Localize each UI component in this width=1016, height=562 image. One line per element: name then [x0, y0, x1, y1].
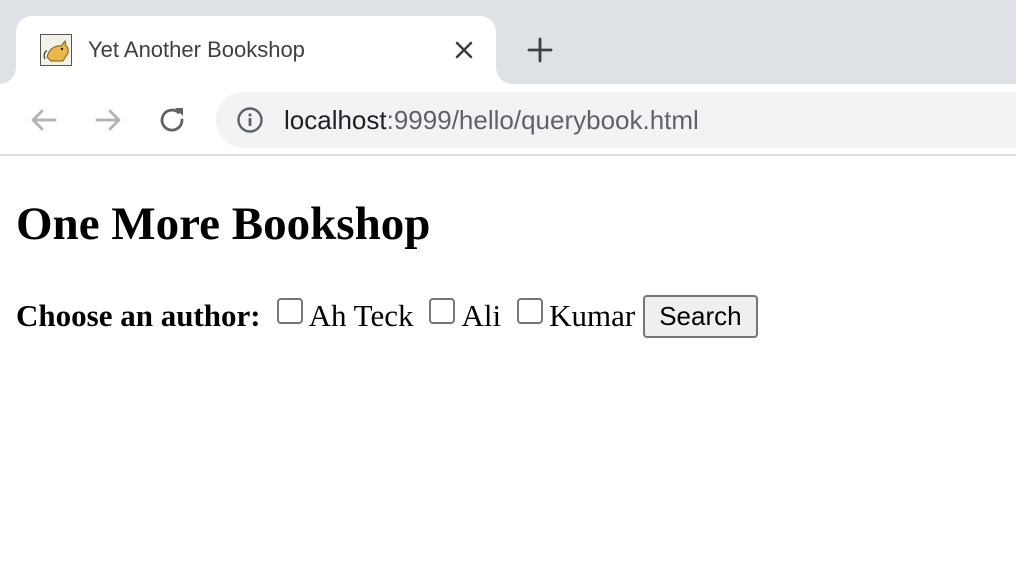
tab-strip: Yet Another Bookshop	[0, 0, 1016, 84]
address-bar[interactable]: localhost:9999/hello/querybook.html	[216, 92, 1016, 148]
author-checkbox-kumar[interactable]	[517, 298, 544, 324]
search-button[interactable]: Search	[643, 294, 758, 338]
close-icon[interactable]	[452, 38, 476, 62]
author-label: Choose an author:	[16, 298, 261, 333]
author-label-ah-teck: Ah Teck	[308, 298, 414, 333]
url-text: localhost:9999/hello/querybook.html	[284, 105, 699, 135]
page-title: One More Bookshop	[16, 198, 431, 250]
tab-title: Yet Another Bookshop	[88, 37, 305, 62]
browser-tab[interactable]: Yet Another Bookshop	[0, 16, 512, 84]
author-label-kumar: Kumar	[549, 298, 636, 333]
arrow-left-icon[interactable]	[28, 104, 60, 136]
author-checkbox-ah-teck[interactable]	[276, 298, 303, 324]
reload-icon[interactable]	[156, 104, 188, 136]
plus-icon[interactable]	[526, 36, 554, 64]
author-form: Choose an author: Ah Teck Ali Kumar Sear…	[16, 294, 758, 338]
tomcat-icon	[40, 34, 72, 66]
url-path: :9999/hello/querybook.html	[386, 105, 699, 135]
page-content: One More Bookshop Choose an author: Ah T…	[0, 158, 1016, 562]
arrow-right-icon[interactable]	[92, 104, 124, 136]
author-label-ali: Ali	[461, 298, 502, 333]
info-icon[interactable]	[236, 106, 264, 134]
url-host: localhost	[284, 105, 387, 135]
author-checkbox-ali[interactable]	[429, 298, 456, 324]
browser-toolbar: localhost:9999/hello/querybook.html	[0, 84, 1016, 156]
